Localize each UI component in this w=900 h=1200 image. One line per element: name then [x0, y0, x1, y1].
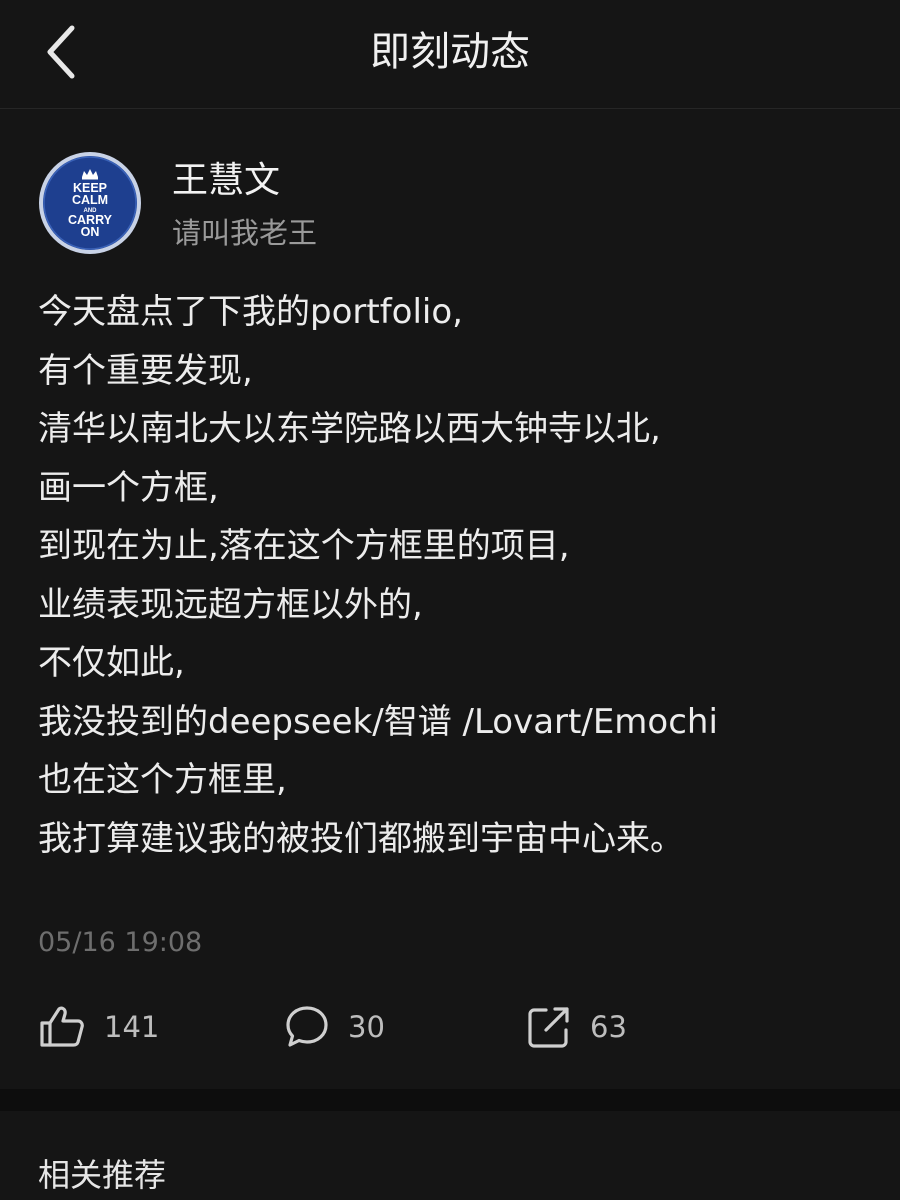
share-icon [528, 1007, 569, 1048]
share-button[interactable]: 63 [526, 1001, 627, 1053]
page-title: 即刻动态 [370, 29, 530, 75]
post-line: 业绩表现远超方框以外的, [38, 584, 423, 625]
post-card: KEEP CALM AND CARRY ON 王慧文 请叫我老王 今天盘点了下我… [0, 109, 900, 1089]
post-line: 画一个方框, [38, 467, 219, 508]
post-line: 我没投到的deepseek/智谱 /Lovart/Emochi [38, 701, 718, 742]
related-section: 相关推荐 [0, 1111, 900, 1200]
thumbs-up-icon [40, 1006, 84, 1047]
post-line: 今天盘点了下我的portfolio, [38, 292, 463, 332]
avatar-text-calm: CALM [72, 193, 108, 207]
post-line: 不仅如此, [38, 643, 185, 683]
related-title: 相关推荐 [38, 1156, 167, 1194]
like-button[interactable]: 141 [38, 1001, 159, 1053]
top-nav-bar: 即刻动态 [0, 0, 900, 109]
post-line: 有个重要发现, [38, 350, 253, 391]
like-count: 141 [104, 1010, 160, 1044]
comment-bubble-icon [286, 1006, 328, 1047]
avatar[interactable]: KEEP CALM AND CARRY ON [38, 151, 142, 255]
post-line: 也在这个方框里, [38, 760, 287, 800]
section-divider [0, 1089, 900, 1111]
comment-count: 30 [348, 1010, 385, 1044]
author-bio: 请叫我老王 [172, 216, 318, 250]
author-name[interactable]: 王慧文 [172, 157, 280, 205]
share-count: 63 [590, 1010, 627, 1044]
post-line: 清华以南北大以东学院路以西大钟寺以北, [38, 409, 661, 449]
post-line: 我打算建议我的被投们都搬到宇宙中心来。 [38, 818, 684, 859]
post-line: 到现在为止,落在这个方框里的项目, [38, 526, 570, 566]
post-body: 今天盘点了下我的portfolio, 有个重要发现, 清华以南北大以东学院路以西… [38, 283, 888, 868]
comment-button[interactable]: 30 [284, 1001, 385, 1053]
avatar-text-on: ON [81, 225, 100, 239]
post-timestamp: 05/16 19:08 [38, 927, 203, 958]
